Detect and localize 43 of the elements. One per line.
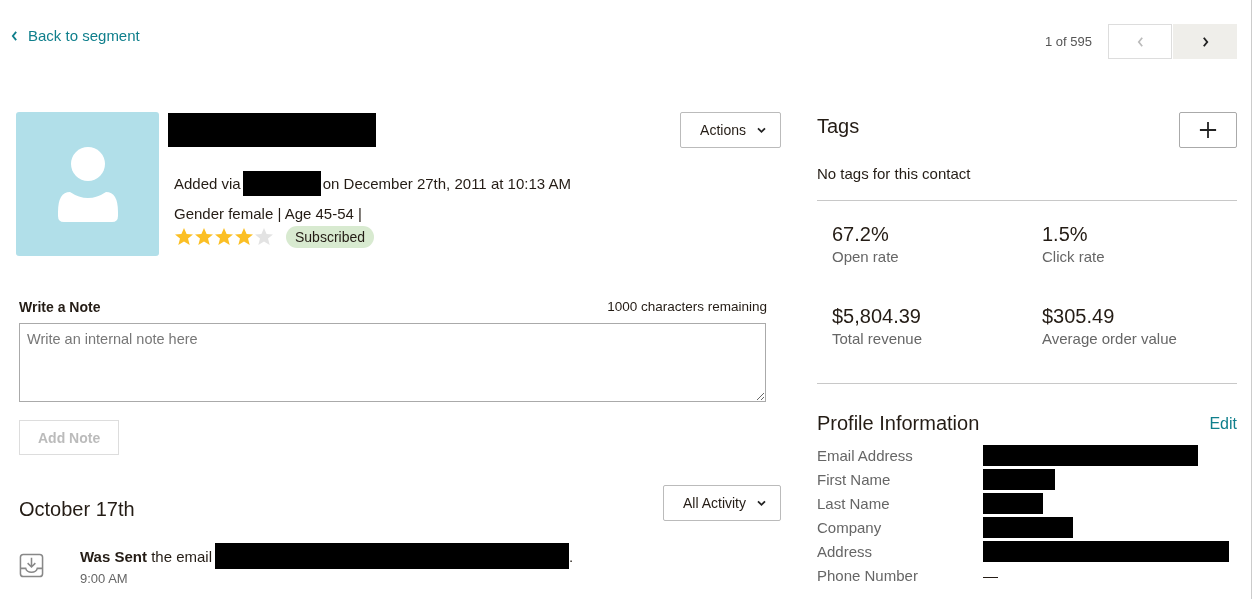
activity-date: October 17th xyxy=(19,497,135,521)
stat-value: $305.49 xyxy=(1042,305,1116,328)
inbox-download-icon xyxy=(19,553,44,578)
field-label: Email Address xyxy=(817,446,914,464)
no-tags-text: No tags for this contact xyxy=(817,165,1237,201)
stat-value: 67.2% xyxy=(832,223,890,246)
caret-icon xyxy=(757,499,766,507)
chevron-left-icon xyxy=(11,30,18,41)
stat-value: $5,804.39 xyxy=(832,305,922,328)
added-date-text: on December 27th, 2011 at 10:13 AM xyxy=(322,175,571,192)
field-value: — xyxy=(983,566,998,584)
caret-icon xyxy=(757,126,766,134)
plus-icon xyxy=(1199,121,1217,139)
note-field[interactable]: Write an internal note here xyxy=(19,323,766,402)
edit-link[interactable]: Edit xyxy=(1209,414,1237,433)
field-label: Company xyxy=(817,518,883,536)
actions-dropdown[interactable]: Actions xyxy=(680,112,781,148)
characters-remaining: 1000 characters remaining xyxy=(607,299,767,315)
demographics-text: Gender female | Age 45-54 | xyxy=(174,205,363,222)
field-label: Last Name xyxy=(817,494,891,512)
activity-filter-dropdown[interactable]: All Activity xyxy=(663,485,781,521)
note-title: Write a Note xyxy=(19,299,101,315)
next-button[interactable] xyxy=(1173,24,1237,59)
profile-title: Profile Information xyxy=(817,412,980,435)
add-tag-button[interactable] xyxy=(1179,112,1237,148)
page-counter: 1 of 595 xyxy=(1045,34,1092,49)
added-via-text: Added via xyxy=(174,175,241,192)
status-badge: Subscribed xyxy=(286,226,375,248)
field-label: Phone Number xyxy=(817,566,919,584)
stat-label: Average order value xyxy=(1042,330,1178,347)
back-link[interactable]: Back to segment xyxy=(11,27,140,44)
stat-value: 1.5% xyxy=(1042,223,1089,246)
chevron-right-icon xyxy=(1200,35,1210,48)
event-punctuation: . xyxy=(569,547,574,565)
stat-label: Total revenue xyxy=(832,330,924,347)
field-label: Address xyxy=(817,542,874,560)
event-time: 9:00 AM xyxy=(80,571,129,586)
field-label: First Name xyxy=(817,470,892,488)
chevron-left-icon xyxy=(1135,35,1145,48)
event-text: Was Sent the email xyxy=(80,547,212,565)
stat-label: Open rate xyxy=(832,248,900,265)
tags-title: Tags xyxy=(817,115,860,138)
stat-label: Click rate xyxy=(1042,248,1106,265)
